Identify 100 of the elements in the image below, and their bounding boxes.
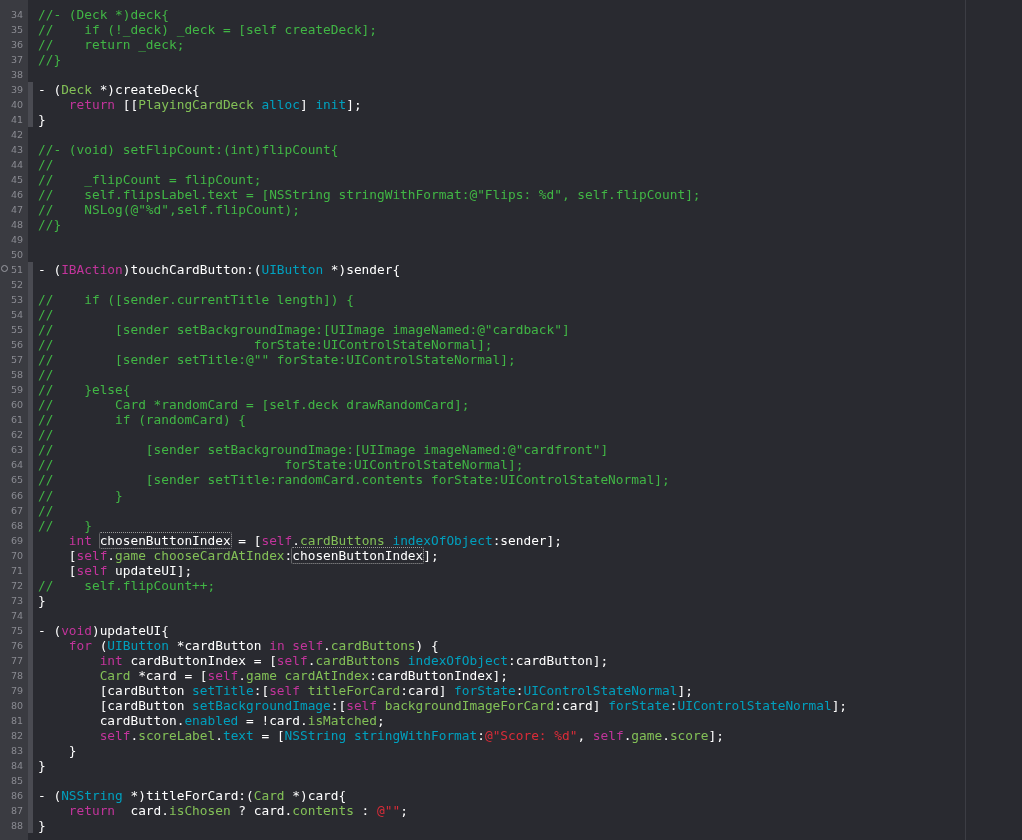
line-number: 81 — [10, 713, 23, 728]
line-number: 75 — [10, 623, 23, 638]
code-line: cardButton.enabled = !card.isMatched; — [98, 712, 385, 728]
line-number: 65 — [10, 473, 23, 488]
line-number: 43 — [10, 143, 23, 158]
line-number: 77 — [10, 653, 23, 668]
code-line: // if ([sender.currentTitle length]) { — [38, 292, 354, 308]
code-line: } — [38, 817, 46, 833]
line-number: 68 — [10, 518, 23, 533]
line-number: 60 — [10, 398, 23, 413]
line-number: 76 — [10, 638, 23, 653]
line-number: 54 — [10, 308, 23, 323]
code-line: // — [38, 307, 54, 323]
line-number: 57 — [10, 353, 23, 368]
line-number: 73 — [10, 593, 23, 608]
line-number: 80 — [10, 698, 23, 713]
line-number: 63 — [10, 443, 23, 458]
code-line: // } — [38, 517, 92, 533]
line-number: 84 — [10, 758, 23, 773]
code-line: //} — [38, 52, 62, 68]
code-line: // if (!_deck) _deck = [self createDeck]; — [38, 22, 377, 38]
line-number: 70 — [10, 548, 23, 563]
code-line: } — [67, 742, 77, 758]
code-line: int chosenButtonIndex = [self.cardButtons indexOfObject:sender]; — [67, 532, 562, 548]
line-number: 83 — [10, 743, 23, 758]
line-number: 39 — [10, 83, 23, 98]
code-line: - (void)updateUI{ — [38, 622, 169, 638]
code-line: // [sender setBackgroundImage:[UIImage imageNamed:@"cardfront"] — [38, 442, 609, 458]
code-line: // [sender setTitle:randomCard.contents forState:UIControlStateNormal]; — [38, 472, 670, 488]
code-line: return [[PlayingCardDeck alloc] init]; — [67, 97, 362, 113]
line-number: 59 — [10, 383, 23, 398]
code-line: } — [38, 112, 46, 128]
code-line: //- (Deck *)deck{ — [38, 7, 169, 22]
line-number: 72 — [10, 578, 23, 593]
line-number: 85 — [10, 773, 23, 788]
line-number: 88 — [10, 818, 23, 833]
code-line: // Card *randomCard = [self.deck drawRandomCard]; — [38, 397, 470, 413]
code-line: //- (void) setFlipCount:(int)flipCount{ — [38, 142, 339, 158]
code-line: // [sender setTitle:@"" forState:UIControlStateNormal]; — [38, 352, 516, 368]
code-line: return card.isChosen ? card.contents : @""; — [68, 802, 408, 818]
line-number: 66 — [10, 488, 23, 503]
code-line: - (Deck *)createDeck{ — [38, 82, 200, 98]
line-number: 40 — [10, 98, 23, 113]
line-number: 55 — [10, 323, 23, 338]
code-line: // [sender setBackgroundImage:[UIImage imageNamed:@"cardback"] — [38, 322, 570, 338]
code-line: [self.game chooseCardAtIndex:chosenButtonIndex]; — [67, 547, 439, 563]
line-number: 74 — [10, 608, 23, 623]
line-number: 50 — [10, 248, 23, 263]
code-line: // if (randomCard) { — [38, 412, 247, 428]
code-line: Card *card = [self.game cardAtIndex:cardButtonIndex]; — [98, 667, 508, 683]
code-line: // forState:UIControlStateNormal]; — [38, 337, 493, 353]
line-number: 56 — [10, 338, 23, 353]
line-number: 37 — [10, 53, 23, 68]
line-number: 52 — [10, 278, 23, 293]
line-number: 45 — [10, 173, 23, 188]
line-number: 87 — [10, 803, 23, 818]
line-number: 79 — [10, 683, 23, 698]
code-line: // return _deck; — [38, 37, 185, 53]
line-number: 71 — [10, 563, 23, 578]
code-line: // forState:UIControlStateNormal]; — [38, 457, 524, 473]
code-line: self.scoreLabel.text = [NSString stringWithFormat:@"Score: %d", self.game.score]; — [98, 727, 724, 743]
line-number: 49 — [10, 233, 23, 248]
line-number: 61 — [10, 413, 23, 428]
code-line: // } — [38, 487, 123, 503]
code-line: // _flipCount = flipCount; — [38, 172, 262, 188]
line-number: 58 — [10, 368, 23, 383]
code-line: // NSLog(@"%d",self.flipCount); — [38, 202, 300, 218]
code-line: // — [38, 502, 54, 518]
code-line: for (UIButton *cardButton in self.cardButtons) { — [67, 637, 439, 653]
line-number: 69 — [10, 533, 23, 548]
code-line: [cardButton setBackgroundImage:[self backgroundImageForCard:card] forState:UIControlStateNormal]; — [98, 697, 848, 713]
line-number: 64 — [10, 458, 23, 473]
line-number: 47 — [10, 203, 23, 218]
code-line: [self updateUI]; — [67, 562, 193, 578]
line-number: 34 — [10, 8, 23, 22]
code-line: } — [38, 757, 46, 773]
line-number: 42 — [10, 128, 23, 143]
code-line: [cardButton setTitle:[self titleForCard:card] forState:UIControlStateNormal]; — [98, 682, 693, 698]
line-number: 46 — [10, 188, 23, 203]
line-number: 86 — [10, 788, 23, 803]
line-number: 36 — [10, 38, 23, 53]
code-line: // — [38, 427, 54, 443]
line-number: 62 — [10, 428, 23, 443]
line-number: 51 — [10, 263, 23, 278]
code-line: //} — [38, 217, 62, 233]
code-line: // self.flipCount++; — [38, 577, 216, 593]
line-number: 48 — [10, 218, 23, 233]
line-number: 35 — [10, 23, 23, 37]
code-line: // — [38, 157, 54, 173]
line-number: 82 — [10, 728, 23, 743]
line-number: 41 — [10, 113, 23, 128]
code-line: - (NSString *)titleForCard:(Card *)card{ — [38, 787, 347, 803]
code-line: // }else{ — [38, 382, 131, 398]
code-line: - (IBAction)touchCardButton:(UIButton *)sender{ — [38, 262, 401, 278]
code-line: // self.flipsLabel.text = [NSString stringWithFormat:@"Flips: %d", self.flipCount]; — [38, 187, 701, 203]
code-line: int cardButtonIndex = [self.cardButtons indexOfObject:cardButton]; — [98, 652, 609, 668]
line-number: 44 — [10, 158, 23, 173]
line-number: 78 — [10, 668, 23, 683]
line-number: 53 — [10, 293, 23, 308]
code-line: } — [38, 592, 46, 608]
